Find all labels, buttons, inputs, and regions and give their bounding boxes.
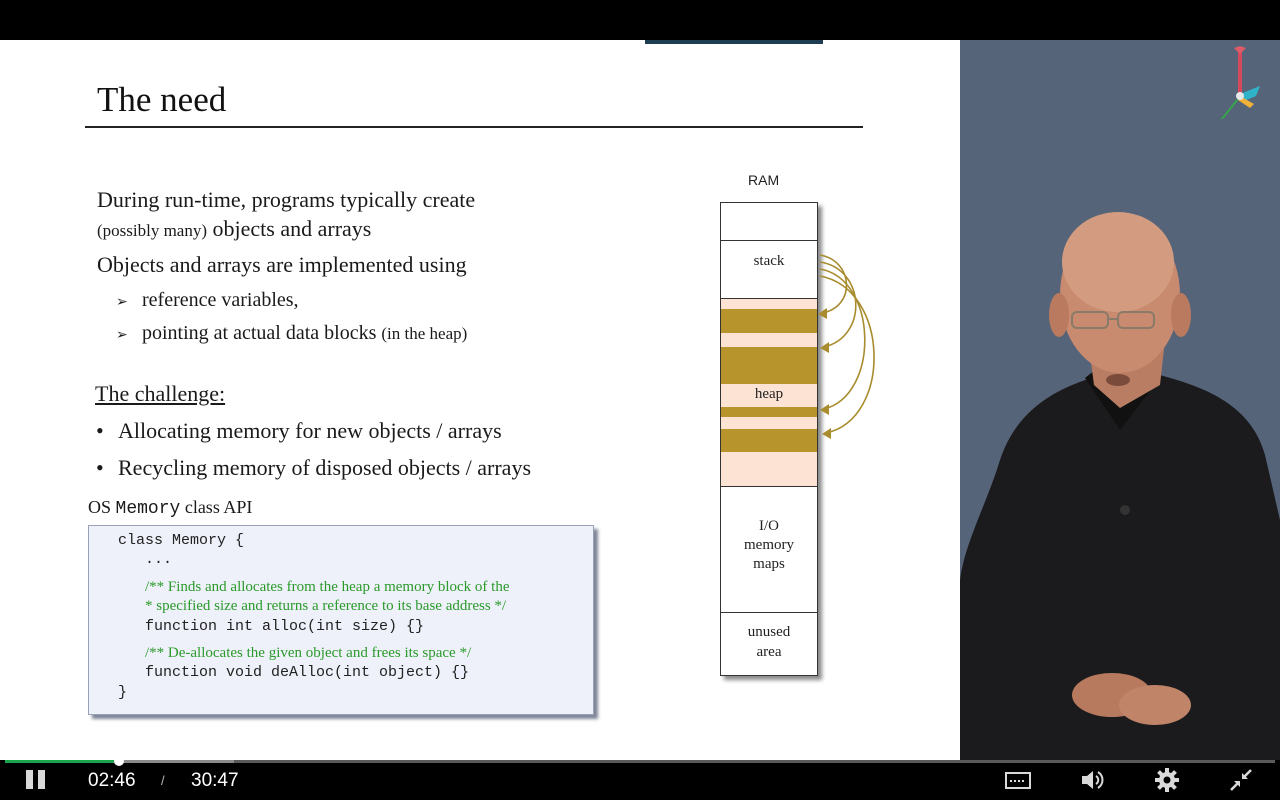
- arrow-head: [820, 342, 829, 353]
- sub-bullet-text: pointing at actual data blocks: [142, 322, 382, 344]
- code-line: }: [118, 684, 128, 701]
- memory-api-code-box: class Memory { ... /** Finds and allocat…: [88, 525, 594, 715]
- playback-progress: [5, 760, 120, 763]
- code-comment: /** Finds and allocates from the heap a …: [145, 579, 510, 595]
- intro-small-text: (possibly many): [97, 221, 208, 240]
- sub-bullet-text: reference variables,: [142, 289, 299, 311]
- api-label-prefix: OS: [88, 497, 116, 517]
- heap-data-block: [721, 347, 817, 384]
- sub-bullet: ➢ reference variables,: [116, 289, 299, 312]
- settings-gear-icon[interactable]: [1153, 766, 1181, 794]
- api-label: OS Memory class API: [88, 497, 252, 519]
- impl-line: Objects and arrays are implemented using: [97, 252, 467, 277]
- unused-label: unused: [747, 624, 791, 640]
- code-line: function void deAlloc(int object) {}: [145, 664, 470, 681]
- slide-tab-decoration: [645, 40, 823, 44]
- code-comment: * specified size and returns a reference…: [145, 598, 507, 614]
- challenge-bullet-text: Allocating memory for new objects / arra…: [118, 418, 502, 443]
- total-duration: 30:47: [191, 770, 239, 791]
- code-comment: /** De-allocates the given object and fr…: [145, 645, 472, 661]
- reference-arrow: [819, 268, 866, 410]
- video-frame[interactable]: The need During run-time, programs typic…: [0, 40, 1280, 760]
- ram-diagram: stack heap I/O memory maps unused area: [720, 202, 818, 676]
- pause-button[interactable]: [24, 768, 48, 792]
- pause-icon-bar: [38, 770, 45, 789]
- arrow-head: [818, 308, 827, 319]
- stack-segment: stack: [721, 240, 817, 299]
- intro-line-1: During run-time, programs typically crea…: [97, 187, 476, 212]
- progress-scrubber-handle[interactable]: [114, 756, 125, 766]
- exit-fullscreen-icon[interactable]: [1227, 766, 1255, 794]
- heap-data-block: [721, 407, 817, 417]
- title-rule: [85, 126, 863, 128]
- code-line: ...: [145, 551, 173, 568]
- heap-label: heap: [754, 386, 784, 402]
- code-line: class Memory {: [118, 532, 245, 549]
- intro-line-2-text: objects and arrays: [207, 216, 372, 241]
- area-label: area: [756, 644, 782, 660]
- io-memory-maps-segment: I/O memory maps: [721, 486, 817, 613]
- arrow-head: [822, 428, 831, 439]
- lecture-slide: The need During run-time, programs typic…: [0, 40, 960, 760]
- api-label-suffix: class API: [180, 497, 253, 517]
- current-time: 02:46: [88, 770, 136, 791]
- heap-data-block: [721, 429, 817, 452]
- presenter-video: [960, 212, 1280, 760]
- heap-data-block: [721, 309, 817, 333]
- pause-icon: [26, 770, 33, 789]
- io-label: I/O: [759, 518, 779, 534]
- arrow-bullet-icon: ➢: [116, 328, 128, 343]
- challenge-heading: The challenge:: [95, 381, 226, 406]
- sub-bullet: ➢ pointing at actual data blocks (in the …: [116, 322, 467, 345]
- slide-title: The need: [97, 80, 227, 119]
- sub-bullet-small-text: (in the heap): [381, 324, 468, 343]
- unused-area-segment: unused area: [721, 612, 817, 676]
- memory-label: memory: [744, 537, 794, 553]
- stack-label: stack: [753, 253, 785, 269]
- arrow-head: [820, 404, 829, 415]
- reference-arrows: [818, 254, 875, 439]
- challenge-bullet-text: Recycling memory of disposed objects / a…: [118, 455, 532, 480]
- reference-arrow: [819, 254, 848, 314]
- challenge-bullet: • Recycling memory of disposed objects / …: [96, 455, 531, 481]
- volume-icon[interactable]: [1079, 766, 1107, 794]
- maps-label: maps: [753, 556, 785, 572]
- intro-line-2: (possibly many) objects and arrays: [97, 216, 371, 242]
- heap-segment: heap: [721, 298, 817, 487]
- captions-icon[interactable]: [1004, 766, 1032, 794]
- code-line: function int alloc(int size) {}: [145, 618, 425, 635]
- challenge-bullet: • Allocating memory for new objects / arr…: [96, 418, 502, 444]
- bullet-dot: •: [96, 418, 104, 443]
- player-controls: 02:46 / 30:47: [0, 756, 1280, 800]
- time-separator: /: [161, 773, 165, 788]
- api-label-code: Memory: [115, 499, 181, 519]
- arrow-bullet-icon: ➢: [116, 295, 128, 310]
- bullet-dot: •: [96, 455, 104, 480]
- ram-label: RAM: [748, 172, 780, 188]
- presenter-panel: [960, 40, 1280, 760]
- top-black-bar: [0, 0, 1280, 40]
